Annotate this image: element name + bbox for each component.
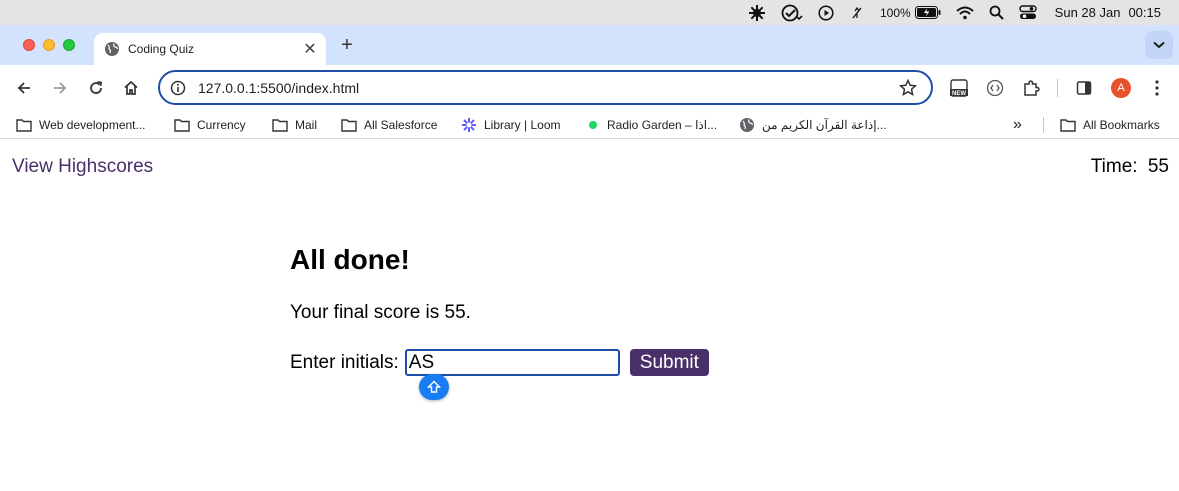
bookmarks-divider	[1043, 117, 1044, 133]
globe-icon	[105, 42, 119, 56]
menubar-date: Sun 28 Jan	[1054, 5, 1121, 20]
caps-lock-indicator	[419, 374, 449, 400]
chevron-down-icon	[1153, 41, 1165, 49]
new-extension-button[interactable]: NEW	[948, 77, 970, 99]
initials-label: Enter initials:	[290, 351, 399, 373]
app-status-icon[interactable]	[748, 0, 766, 25]
new-tab-button[interactable]: +	[336, 34, 358, 56]
timer-value: 55	[1147, 156, 1169, 177]
timer-label: Time:	[1090, 156, 1138, 177]
folder-icon	[174, 119, 190, 132]
check-badge-icon[interactable]	[781, 0, 803, 25]
bookmarks-bar: Web development... Currency Mail All Sal…	[0, 111, 1179, 139]
all-bookmarks-button[interactable]: All Bookmarks	[1060, 116, 1160, 134]
extensions-button[interactable]	[1020, 77, 1042, 99]
menubar-time: 00:15	[1128, 5, 1161, 20]
mute-icon[interactable]	[849, 0, 865, 25]
chrome-menu-button[interactable]	[1146, 77, 1168, 99]
minimize-window-button[interactable]	[43, 39, 55, 51]
address-bar[interactable]: 127.0.0.1:5500/index.html	[158, 70, 933, 105]
folder-icon	[1060, 119, 1076, 132]
bookmark-currency[interactable]: Currency	[174, 116, 246, 134]
arrow-left-icon	[17, 82, 30, 94]
macos-menu-bar: 100% Sun 28 Jan 00:15	[0, 0, 1179, 25]
bookmark-label: Web development...	[39, 118, 146, 132]
close-window-button[interactable]	[23, 39, 35, 51]
submit-button[interactable]: Submit	[629, 349, 709, 376]
bookmark-all-salesforce[interactable]: All Salesforce	[341, 116, 437, 134]
battery-icon	[914, 6, 941, 19]
fullscreen-window-button[interactable]	[63, 39, 75, 51]
bookmark-star-icon[interactable]	[899, 78, 917, 97]
bookmark-library-loom[interactable]: Library | Loom	[461, 116, 560, 134]
play-icon[interactable]	[818, 0, 834, 25]
folder-icon	[272, 119, 288, 132]
bookmark-web-development[interactable]: Web development...	[16, 116, 146, 134]
puzzle-icon	[1024, 80, 1040, 96]
tab-search-button[interactable]	[1145, 31, 1173, 59]
initials-input[interactable]	[404, 349, 620, 376]
side-panel-icon	[1076, 81, 1092, 95]
side-panel-button[interactable]	[1073, 77, 1095, 99]
url-text[interactable]: 127.0.0.1:5500/index.html	[198, 80, 899, 96]
folder-icon	[341, 119, 357, 132]
caps-lock-icon	[427, 380, 441, 393]
quiz-page: View Highscores Time: 55 All done! Your …	[0, 146, 1179, 491]
radio-dot-icon	[589, 121, 597, 129]
home-button[interactable]	[120, 77, 142, 99]
toolbar-divider	[1057, 79, 1058, 97]
bookmark-label: Radio Garden – اذا...	[607, 118, 718, 132]
forward-button[interactable]	[49, 77, 71, 99]
new-badge-icon: NEW	[950, 79, 968, 97]
bookmark-label: Library | Loom	[484, 118, 561, 132]
bookmark-label: All Salesforce	[364, 118, 438, 132]
bookmarks-overflow-button[interactable]: »	[1013, 116, 1022, 134]
arrow-right-icon	[54, 82, 67, 94]
wifi-icon[interactable]	[956, 0, 974, 25]
reload-button[interactable]	[85, 77, 107, 99]
bookmark-label: إذاعة القرآن الكريم من...	[762, 118, 887, 132]
back-button[interactable]	[13, 77, 35, 99]
site-info-icon[interactable]	[170, 80, 186, 96]
all-done-heading: All done!	[290, 244, 410, 275]
browser-toolbar: 127.0.0.1:5500/index.html NEW A	[0, 65, 1179, 111]
globe-icon	[740, 118, 754, 132]
initials-form: Enter initials: Submit	[290, 349, 709, 376]
tab-title: Coding Quiz	[128, 42, 195, 56]
kebab-menu-icon	[1155, 80, 1159, 96]
profile-avatar[interactable]: A	[1111, 78, 1131, 98]
reload-icon	[90, 81, 103, 94]
battery-percent: 100%	[879, 5, 911, 20]
home-icon	[124, 80, 138, 95]
menubar-clock[interactable]: Sun 28 Jan 00:15	[1055, 0, 1161, 25]
quiz-timer: Time: 55	[1091, 156, 1169, 178]
tab-coding-quiz[interactable]: Coding Quiz ✕	[94, 33, 326, 65]
devtools-extension-button[interactable]	[984, 77, 1006, 99]
code-brackets-icon	[986, 79, 1004, 97]
spotlight-search-icon[interactable]	[989, 0, 1004, 25]
bookmark-quran-radio[interactable]: إذاعة القرآن الكريم من...	[739, 116, 887, 134]
browser-tab-strip: Coding Quiz ✕ +	[0, 25, 1179, 65]
battery-indicator[interactable]: 100%	[880, 0, 941, 25]
bookmark-label: All Bookmarks	[1083, 118, 1160, 132]
control-center-icon[interactable]	[1018, 0, 1037, 25]
close-tab-icon[interactable]: ✕	[300, 39, 320, 59]
bookmark-mail[interactable]: Mail	[272, 116, 317, 134]
bookmark-label: Currency	[197, 118, 246, 132]
final-score-text: Your final score is 55.	[290, 302, 471, 323]
bookmark-label: Mail	[295, 118, 318, 132]
bookmark-radio-garden[interactable]: Radio Garden – اذا...	[589, 116, 717, 134]
loom-icon	[462, 118, 476, 132]
view-highscores-link[interactable]: View Highscores	[12, 156, 153, 178]
folder-icon	[16, 119, 32, 132]
svg-text:NEW: NEW	[952, 91, 966, 97]
